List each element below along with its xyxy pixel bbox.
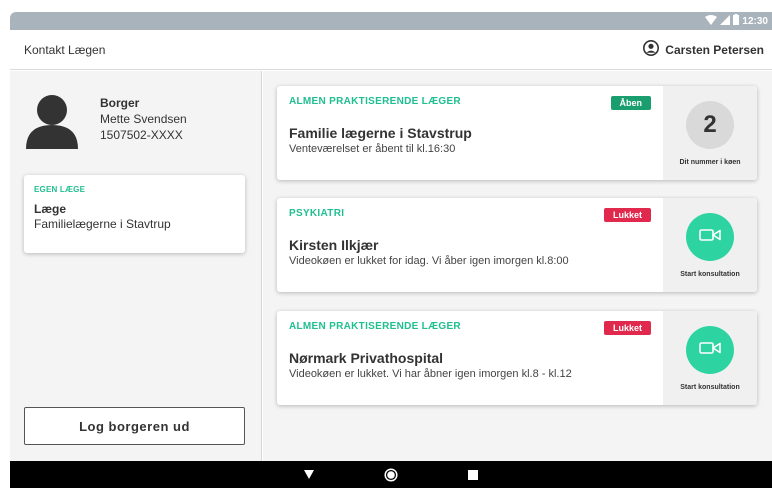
- citizen-info: Borger Mette Svendsen 1507502-XXXX: [24, 93, 187, 154]
- status-badge: Lukket: [603, 208, 651, 222]
- card-name: Familie lægerne i Stavstrup: [289, 125, 472, 141]
- signal-icon: [720, 14, 731, 28]
- start-consultation-button[interactable]: [686, 325, 734, 374]
- user-name: Carsten Petersen: [665, 42, 764, 57]
- app-title: Kontakt Lægen: [24, 42, 106, 57]
- battery-icon: [733, 14, 740, 28]
- left-panel: Borger Mette Svendsen 1507502-XXXX EGEN …: [10, 71, 262, 461]
- own-doctor-tag: EGEN LÆGE: [34, 185, 86, 194]
- user-menu[interactable]: Carsten Petersen: [643, 40, 764, 59]
- status-badge: Lukket: [603, 321, 651, 335]
- card-description: Videokøen er lukket for idag. Vi åber ig…: [289, 255, 569, 267]
- logout-button[interactable]: Log borgeren ud: [24, 407, 245, 445]
- queue-label: Dit nummer i køen: [679, 158, 741, 166]
- video-camera-icon: [699, 227, 721, 246]
- user-icon: [643, 40, 660, 59]
- consultation-panel: Start konsultation: [663, 198, 757, 292]
- status-bar: 12:30: [10, 12, 772, 30]
- video-camera-icon: [699, 340, 721, 359]
- start-consultation-label: Start konsultation: [680, 270, 740, 278]
- consultation-panel: Start konsultation: [663, 311, 757, 405]
- navigation-bar: [10, 461, 772, 488]
- card-description: Venteværelset er åbent til kl.16:30: [289, 143, 456, 155]
- back-icon[interactable]: [299, 465, 319, 485]
- start-consultation-button[interactable]: [686, 212, 734, 261]
- own-doctor-value: Familielægerne i Stavtrup: [34, 217, 171, 231]
- card-category: ALMEN PRAKTISERENDE LÆGER: [289, 321, 461, 332]
- wifi-icon: [705, 14, 718, 28]
- start-consultation-label: Start konsultation: [680, 383, 740, 391]
- doctor-card[interactable]: ALMEN PRAKTISERENDE LÆGER Åben Familie l…: [277, 86, 757, 180]
- citizen-cpr: 1507502-XXXX: [100, 128, 183, 142]
- doctor-list: ALMEN PRAKTISERENDE LÆGER Åben Familie l…: [263, 71, 772, 461]
- app-bar: Kontakt Lægen Carsten Petersen: [10, 30, 772, 70]
- own-doctor-label: Læge: [34, 202, 67, 216]
- avatar-icon: [24, 93, 80, 154]
- citizen-label: Borger: [100, 96, 140, 110]
- queue-panel: 2 Dit nummer i køen: [663, 86, 757, 180]
- recents-icon[interactable]: [463, 465, 483, 485]
- card-name: Nørmark Privathospital: [289, 350, 444, 366]
- card-category: ALMEN PRAKTISERENDE LÆGER: [289, 96, 461, 107]
- queue-number: 2: [686, 100, 734, 149]
- status-time: 12:30: [742, 15, 768, 27]
- own-doctor-card: EGEN LÆGE Læge Familielægerne i Stavtrup: [24, 175, 245, 253]
- citizen-name: Mette Svendsen: [100, 112, 187, 126]
- home-icon[interactable]: [381, 465, 401, 485]
- card-category: PSYKIATRI: [289, 208, 345, 219]
- card-name: Kirsten Ilkjær: [289, 237, 379, 253]
- doctor-card[interactable]: ALMEN PRAKTISERENDE LÆGER Lukket Nørmark…: [277, 311, 757, 405]
- card-description: Videokøen er lukket. Vi har åbner igen i…: [289, 368, 572, 380]
- status-badge: Åben: [610, 96, 651, 110]
- doctor-card[interactable]: PSYKIATRI Lukket Kirsten Ilkjær Videokøe…: [277, 198, 757, 292]
